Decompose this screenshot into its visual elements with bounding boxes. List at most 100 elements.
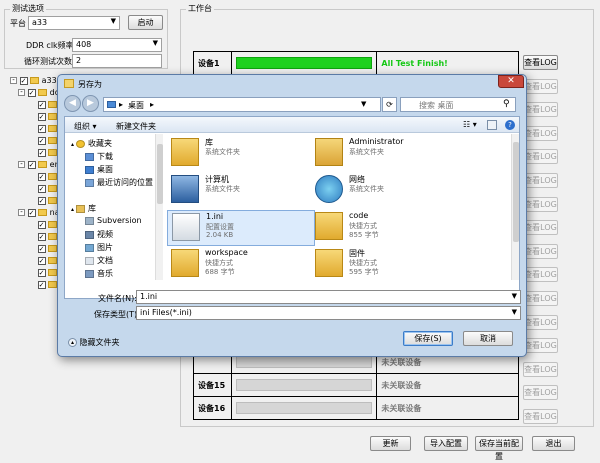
nav-item[interactable]: Subversion: [85, 216, 142, 229]
nav-item[interactable]: 下载: [85, 151, 113, 164]
view-log-button[interactable]: 查看LOG: [523, 220, 558, 236]
save-config-button[interactable]: 保存当前配置: [475, 436, 523, 461]
tree-checkbox[interactable]: ✓: [37, 268, 46, 277]
tree-node[interactable]: ✓: [26, 112, 58, 124]
view-log-button[interactable]: 查看LOG: [523, 385, 558, 401]
tree-checkbox[interactable]: ✓: [19, 76, 28, 85]
view-log-button[interactable]: 查看LOG: [523, 55, 558, 70]
tree-node[interactable]: ✓: [26, 196, 58, 208]
tree-checkbox[interactable]: ✓: [37, 124, 46, 133]
dialog-close-button[interactable]: ✕: [498, 75, 524, 88]
save-button[interactable]: 保存(S): [403, 331, 453, 346]
view-log-button[interactable]: 查看LOG: [523, 125, 558, 141]
chevron-up-icon[interactable]: ▴: [71, 141, 74, 148]
view-log-button[interactable]: 查看LOG: [523, 409, 558, 424]
filename-input[interactable]: 1.ini ▼: [136, 290, 521, 304]
nav-item[interactable]: 音乐: [85, 268, 113, 280]
tree-node[interactable]: ✓: [26, 280, 58, 292]
tree-node[interactable]: ✓: [26, 172, 58, 184]
filetype-select[interactable]: ini Files(*.ini) ▼: [136, 306, 521, 320]
nav-scrollbar[interactable]: [155, 134, 163, 280]
nav-item[interactable]: 文档: [85, 255, 113, 268]
view-log-button[interactable]: 查看LOG: [523, 338, 558, 354]
view-log-button[interactable]: 查看LOG: [523, 196, 558, 212]
cancel-button[interactable]: 取消: [463, 331, 513, 346]
nav-item[interactable]: 最近访问的位置: [85, 177, 153, 190]
tree-checkbox[interactable]: ✓: [37, 244, 46, 253]
import-config-button[interactable]: 导入配置: [424, 436, 468, 451]
tree-node[interactable]: ✓: [26, 256, 58, 268]
loop-count-input[interactable]: 2: [72, 54, 162, 68]
refresh-button[interactable]: 更新: [370, 436, 411, 451]
file-item[interactable]: workspace 快捷方式 688 字节: [167, 247, 315, 280]
chevron-down-icon[interactable]: ▼: [361, 100, 366, 108]
tree-node[interactable]: - ✓ dd: [18, 88, 60, 100]
tree-node[interactable]: ✓: [26, 268, 58, 280]
nav-item[interactable]: ▴ 库: [71, 203, 96, 216]
view-log-button[interactable]: 查看LOG: [523, 78, 558, 94]
file-item[interactable]: Administrator 系统文件夹: [311, 136, 459, 172]
tree-node[interactable]: ✓: [26, 232, 58, 244]
nav-item[interactable]: 桌面: [85, 164, 113, 177]
ddr-clk-select[interactable]: 408 ▼: [72, 38, 162, 52]
tree-node[interactable]: ✓: [26, 184, 58, 196]
nav-item[interactable]: 图片: [85, 242, 113, 255]
scroll-thumb[interactable]: [513, 142, 519, 242]
tree-checkbox[interactable]: ✓: [37, 148, 46, 157]
back-button[interactable]: ◀: [64, 95, 81, 112]
tree-checkbox[interactable]: ✓: [27, 160, 36, 169]
tree-checkbox[interactable]: ✓: [37, 196, 46, 205]
view-log-button[interactable]: 查看LOG: [523, 291, 558, 306]
file-item[interactable]: 固件 快捷方式 595 字节: [311, 247, 459, 280]
new-folder-button[interactable]: 新建文件夹: [116, 121, 156, 132]
nav-item[interactable]: ▴ 收藏夹: [71, 138, 112, 151]
view-log-button[interactable]: 查看LOG: [523, 102, 558, 118]
tree-expander[interactable]: -: [18, 161, 25, 168]
address-bar[interactable]: ▸ 桌面 ▸ ▼: [103, 97, 381, 112]
forward-button[interactable]: ▶: [82, 95, 99, 112]
tree-checkbox[interactable]: ✓: [37, 100, 46, 109]
hide-folders-toggle[interactable]: ▴ 隐藏文件夹: [68, 337, 120, 348]
file-item[interactable]: code 快捷方式 855 字节: [311, 210, 459, 246]
platform-select[interactable]: a33 ▼: [28, 16, 120, 30]
tree-node[interactable]: ✓: [26, 148, 58, 160]
view-log-button[interactable]: 查看LOG: [523, 243, 558, 259]
tree-checkbox[interactable]: ✓: [37, 280, 46, 289]
view-log-button[interactable]: 查看LOG: [523, 314, 558, 330]
tree-checkbox[interactable]: ✓: [37, 184, 46, 193]
tree-checkbox[interactable]: ✓: [37, 172, 46, 181]
start-button[interactable]: 启动: [128, 15, 163, 30]
scroll-thumb[interactable]: [157, 144, 163, 204]
view-log-button[interactable]: 查看LOG: [523, 149, 558, 165]
file-item[interactable]: 网络 系统文件夹: [311, 173, 459, 209]
tree-checkbox[interactable]: ✓: [27, 88, 36, 97]
refresh-address-button[interactable]: ⟳: [382, 97, 397, 112]
tree-checkbox[interactable]: ✓: [37, 136, 46, 145]
file-scrollbar[interactable]: [511, 134, 519, 280]
organize-button[interactable]: 组织 ▾: [74, 121, 97, 132]
search-input[interactable]: 搜索 桌面 ⚲: [400, 97, 516, 112]
tree-node[interactable]: - ✓ na: [18, 208, 60, 220]
nav-item[interactable]: 视频: [85, 229, 113, 242]
tree-checkbox[interactable]: ✓: [37, 256, 46, 265]
tree-node[interactable]: ✓: [26, 124, 58, 136]
tree-checkbox[interactable]: ✓: [37, 220, 46, 229]
tree-node[interactable]: ✓: [26, 100, 58, 112]
help-icon[interactable]: ?: [505, 120, 515, 130]
file-item[interactable]: 库系统文件夹: [167, 136, 315, 172]
file-item[interactable]: 计算机 系统文件夹: [167, 173, 315, 209]
file-item[interactable]: 1.ini 配置设置 2.04 KB: [167, 210, 315, 246]
view-log-button[interactable]: 查看LOG: [523, 267, 558, 283]
tree-expander[interactable]: -: [10, 77, 17, 84]
tree-checkbox[interactable]: ✓: [37, 112, 46, 121]
tree-node[interactable]: ✓: [26, 136, 58, 148]
chevron-up-icon[interactable]: ▴: [71, 206, 74, 213]
view-log-button[interactable]: 查看LOG: [523, 173, 558, 188]
tree-expander[interactable]: -: [18, 209, 25, 216]
chevron-down-icon[interactable]: ▼: [512, 292, 517, 300]
tree-expander[interactable]: -: [18, 89, 25, 96]
tree-node[interactable]: ✓: [26, 220, 58, 232]
tree-checkbox[interactable]: ✓: [37, 232, 46, 241]
view-options-icon[interactable]: ☷ ▾: [463, 120, 477, 129]
tree-node[interactable]: - ✓ em: [18, 160, 62, 172]
